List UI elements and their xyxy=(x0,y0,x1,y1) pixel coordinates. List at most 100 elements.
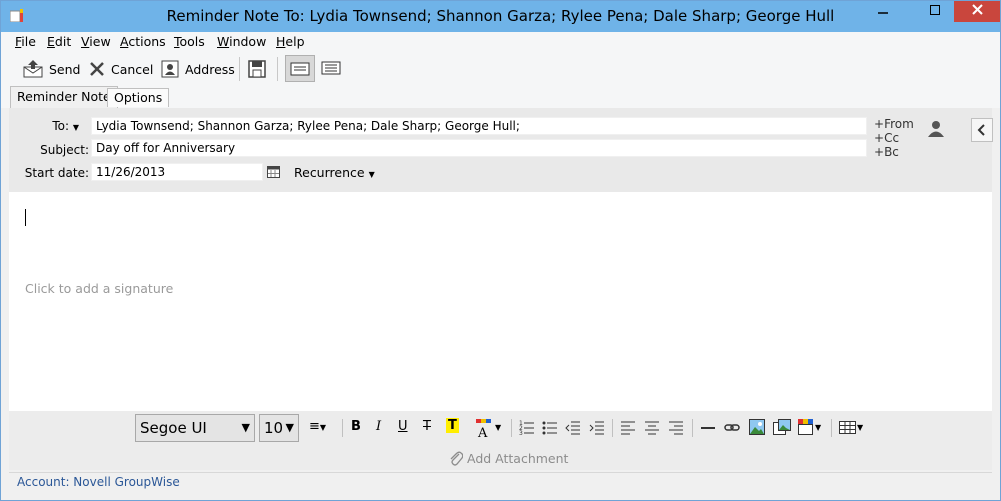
maximize-button[interactable] xyxy=(921,1,949,23)
title-bar: Reminder Note To: Lydia Townsend; Shanno… xyxy=(1,1,1000,32)
insert-picture-button[interactable] xyxy=(773,419,791,439)
menu-window[interactable]: Window xyxy=(217,34,266,49)
font-family-select[interactable]: Segoe UI ▼ xyxy=(135,414,255,442)
save-button[interactable] xyxy=(248,57,272,81)
toolbar: Send Cancel Address xyxy=(1,52,1000,86)
bold-button[interactable]: B xyxy=(351,419,361,434)
window: Reminder Note To: Lydia Townsend; Shanno… xyxy=(0,0,1001,501)
insert-link-button[interactable] xyxy=(724,419,740,439)
close-icon xyxy=(971,4,983,15)
font-color-dropdown[interactable]: ▼ xyxy=(495,423,501,432)
align-right-icon xyxy=(669,421,683,435)
from-link-label: From xyxy=(884,117,914,131)
to-field[interactable]: Lydia Townsend; Shannon Garza; Rylee Pen… xyxy=(91,117,867,135)
add-attachment-button[interactable]: Add Attachment xyxy=(449,450,568,466)
background-color-dropdown[interactable]: ▼ xyxy=(815,423,821,432)
background-color-icon xyxy=(798,419,813,435)
italic-button[interactable]: I xyxy=(376,419,381,434)
menu-bar: File Edit View Actions Tools Window Help xyxy=(1,32,1000,52)
tab-reminder-note[interactable]: Reminder Note xyxy=(10,86,118,108)
svg-text:A: A xyxy=(477,426,488,439)
message-body[interactable]: Click to add a signature xyxy=(9,192,992,411)
underline-icon: U xyxy=(398,419,408,434)
highlight-icon: T xyxy=(448,418,457,433)
add-bc-link[interactable]: +Bc xyxy=(874,145,899,159)
chevron-down-icon: ▼ xyxy=(319,423,327,432)
cancel-button[interactable]: Cancel xyxy=(89,57,153,81)
highlight-button[interactable]: T xyxy=(446,418,459,433)
add-cc-link[interactable]: +Cc xyxy=(874,131,899,145)
bullet-list-icon xyxy=(542,421,557,435)
underline-button[interactable]: U xyxy=(398,419,408,434)
align-center-button[interactable] xyxy=(644,419,660,439)
bc-link-label: Bc xyxy=(884,145,899,159)
start-date-label: Start date: xyxy=(24,166,89,180)
font-size-value: 10 xyxy=(264,419,284,437)
cancel-icon xyxy=(90,62,104,76)
toolbar-separator xyxy=(277,57,278,81)
indent-icon xyxy=(589,421,604,435)
font-color-button[interactable]: A xyxy=(475,419,495,443)
align-right-button[interactable] xyxy=(668,419,684,439)
to-label-button[interactable]: To: ▼ xyxy=(29,119,79,133)
align-left-button[interactable] xyxy=(620,419,636,439)
table-icon xyxy=(839,421,856,434)
menu-file[interactable]: File xyxy=(15,34,36,49)
collapse-panel-button[interactable] xyxy=(971,118,993,142)
send-label: Send xyxy=(49,61,81,77)
plus-icon: + xyxy=(874,117,885,131)
format-separator xyxy=(612,419,613,437)
start-date-field[interactable]: 11/26/2013 xyxy=(91,163,263,181)
bullet-list-button[interactable] xyxy=(542,419,558,439)
mnemonic: W xyxy=(217,34,230,49)
insert-image-button[interactable] xyxy=(749,419,765,439)
menu-window-rest: indow xyxy=(229,34,267,49)
plus-icon: + xyxy=(874,131,885,145)
increase-indent-button[interactable] xyxy=(589,419,605,439)
menu-actions[interactable]: Actions xyxy=(120,34,166,49)
recurrence-dropdown[interactable]: Recurrence ▼ xyxy=(294,165,375,180)
background-color-button[interactable] xyxy=(798,419,814,439)
address-button[interactable]: Address xyxy=(161,57,235,81)
strikethrough-button[interactable]: T xyxy=(423,419,431,434)
decrease-indent-button[interactable] xyxy=(565,419,581,439)
insert-table-button[interactable] xyxy=(839,419,857,439)
status-bar: Account: Novell GroupWise xyxy=(9,472,992,493)
horizontal-rule-button[interactable] xyxy=(700,419,716,439)
menu-tools-rest: ools xyxy=(179,34,205,49)
menu-edit-rest: dit xyxy=(54,34,72,49)
image-icon xyxy=(749,419,765,435)
chevron-down-icon: ▼ xyxy=(815,423,822,432)
subject-field[interactable]: Day off for Anniversary xyxy=(91,139,867,157)
chevron-down-icon: ▼ xyxy=(72,123,79,132)
message-header: To: ▼ Lydia Townsend; Shannon Garza; Ryl… xyxy=(9,108,993,192)
signature-placeholder[interactable]: Click to add a signature xyxy=(25,281,173,296)
insert-table-dropdown[interactable]: ▼ xyxy=(857,423,863,432)
numbered-list-button[interactable]: 123 xyxy=(519,419,535,439)
view-mode-html-button[interactable] xyxy=(317,55,347,82)
maximize-icon xyxy=(930,5,940,15)
calendar-icon[interactable] xyxy=(267,166,280,178)
chevron-down-icon: ▼ xyxy=(285,421,294,434)
menu-edit[interactable]: Edit xyxy=(47,34,71,49)
chevron-down-icon: ▼ xyxy=(368,170,375,179)
tab-options[interactable]: Options xyxy=(107,88,170,107)
html-view-icon xyxy=(321,61,341,75)
window-title: Reminder Note To: Lydia Townsend; Shanno… xyxy=(166,7,835,25)
add-from-link[interactable]: +From xyxy=(874,117,914,131)
menu-file-rest: ile xyxy=(21,34,36,49)
minimize-button[interactable] xyxy=(869,1,897,23)
close-button[interactable] xyxy=(954,1,1000,22)
person-icon[interactable] xyxy=(927,120,945,138)
menu-help[interactable]: Help xyxy=(276,34,305,49)
view-mode-plain-button[interactable] xyxy=(285,55,315,82)
add-attachment-label: Add Attachment xyxy=(466,451,569,466)
format-separator xyxy=(692,419,693,437)
font-size-select[interactable]: 10 ▼ xyxy=(259,414,299,442)
format-separator xyxy=(831,419,832,437)
paragraph-style-button[interactable]: ≡▼ xyxy=(309,419,326,434)
menu-view[interactable]: View xyxy=(81,34,111,49)
menu-tools[interactable]: Tools xyxy=(174,34,205,49)
send-button[interactable]: Send xyxy=(23,57,80,81)
line-spacing-icon: ≡ xyxy=(309,419,320,434)
